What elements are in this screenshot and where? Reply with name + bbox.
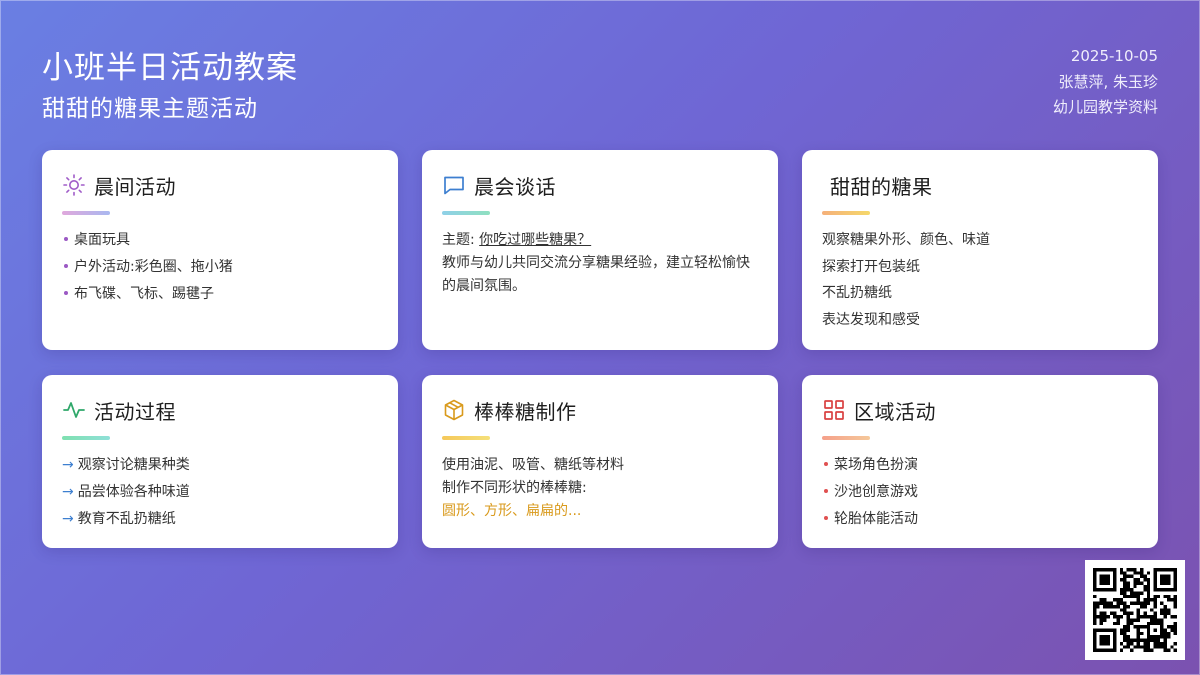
list-item: → 观察讨论糖果种类: [62, 452, 380, 479]
qr-code-icon: [1085, 560, 1185, 660]
card-header: 活动过程: [62, 397, 176, 424]
list-item: 轮胎体能活动: [822, 506, 1140, 533]
box-icon: [442, 398, 466, 422]
list-item-text: 教育不乱扔糖纸: [77, 511, 176, 527]
accent-bar: [442, 211, 490, 215]
list-item-text: 户外活动:彩色圈、拖小猪: [74, 259, 233, 275]
grid-icon: [822, 398, 846, 422]
description: 教师与幼儿共同交流分享糖果经验，建立轻松愉快的晨间氛围。: [442, 255, 750, 294]
body-line: 使用油泥、吸管、糖纸等材料: [442, 457, 624, 473]
shapes-line: 圆形、方形、扁扁的...: [442, 503, 582, 519]
activity-pulse-icon: [62, 398, 86, 422]
page-subtitle: 甜甜的糖果主题活动: [42, 96, 258, 122]
bullet-dot: [64, 263, 68, 268]
topic-label: 主题:: [442, 232, 480, 248]
accent-bar: [62, 436, 110, 440]
card-title: 晨间活动: [94, 174, 176, 199]
card-header: 区域活动: [822, 397, 936, 424]
list-item: 菜场角色扮演: [822, 452, 1140, 479]
list-item: → 教育不乱扔糖纸: [62, 506, 380, 533]
card-title: 棒棒糖制作: [474, 399, 577, 424]
card-title: 区域活动: [854, 399, 936, 424]
card-process: 活动过程 → 观察讨论糖果种类 → 品尝体验各种味道 → 教育不乱扔糖纸: [42, 375, 398, 548]
list-item: 观察糖果外形、颜色、味道: [822, 232, 990, 248]
card-title: 晨会谈话: [474, 174, 556, 199]
list-item: 户外活动:彩色圈、拖小猪: [62, 254, 380, 281]
list-item-text: 沙池创意游戏: [834, 484, 918, 500]
list-item: 探索打开包装纸: [822, 258, 920, 275]
card-lollipop: 棒棒糖制作 使用油泥、吸管、糖纸等材料 制作不同形状的棒棒糖: 圆形、方形、扁扁…: [422, 375, 778, 548]
card-body: 菜场角色扮演 沙池创意游戏 轮胎体能活动: [822, 452, 1140, 533]
meta-date: 2025-10-05: [1070, 47, 1158, 65]
card-body: 桌面玩具 户外活动:彩色圈、拖小猪 布飞碟、飞标、踢毽子: [62, 227, 380, 308]
list-item: 布飞碟、飞标、踢毽子: [62, 281, 380, 308]
list-item: → 品尝体验各种味道: [62, 479, 380, 506]
card-title: 活动过程: [94, 399, 176, 424]
card-header: 晨会谈话: [442, 172, 556, 199]
bullet-dot: [824, 515, 828, 520]
list-item-text: 轮胎体能活动: [834, 511, 918, 527]
list-item-text: 布飞碟、飞标、踢毽子: [74, 286, 214, 302]
card-body: → 观察讨论糖果种类 → 品尝体验各种味道 → 教育不乱扔糖纸: [62, 452, 380, 533]
card-body: 使用油泥、吸管、糖纸等材料 制作不同形状的棒棒糖: 圆形、方形、扁扁的...: [442, 454, 760, 523]
card-morning-activity: 晨间活动 桌面玩具 户外活动:彩色圈、拖小猪 布飞碟、飞标、踢毽子: [42, 150, 398, 350]
body-line: 制作不同形状的棒棒糖:: [442, 480, 587, 496]
meta-info: 2025-10-05 张慧萍, 朱玉珍 幼儿园教学资料: [1053, 44, 1158, 121]
card-header: 晨间活动: [62, 172, 176, 199]
arrow-right-icon: →: [62, 484, 74, 500]
accent-bar: [822, 211, 870, 215]
list-item-text: 观察讨论糖果种类: [77, 457, 190, 473]
card-area: 区域活动 菜场角色扮演 沙池创意游戏 轮胎体能活动: [802, 375, 1158, 548]
meta-authors: 张慧萍, 朱玉珍: [1058, 72, 1158, 91]
topic-line: 主题: 你吃过哪些糖果？: [442, 229, 760, 252]
card-header: 棒棒糖制作: [442, 397, 577, 424]
bullet-dot: [824, 488, 828, 493]
list-item: 沙池创意游戏: [822, 479, 1140, 506]
list-item-text: 菜场角色扮演: [834, 457, 918, 473]
accent-bar: [62, 211, 110, 215]
card-body: 观察糖果外形、颜色、味道 探索打开包装纸 不乱扔糖纸 表达发现和感受: [822, 227, 1140, 333]
list-item: 不乱扔糖纸: [822, 285, 892, 301]
list-item-text: 品尝体验各种味道: [77, 484, 190, 500]
list-item: 表达发现和感受: [822, 311, 920, 328]
card-header: 甜甜的糖果: [830, 172, 933, 199]
topic-text: 你吃过哪些糖果？: [479, 232, 592, 248]
card-title: 甜甜的糖果: [830, 174, 933, 199]
page-title: 小班半日活动教案: [42, 50, 298, 86]
bullet-dot: [64, 290, 68, 295]
card-sweet-candy: 甜甜的糖果 观察糖果外形、颜色、味道 探索打开包装纸 不乱扔糖纸 表达发现和感受: [802, 150, 1158, 350]
list-item: 桌面玩具: [62, 227, 380, 254]
meta-source: 幼儿园教学资料: [1052, 98, 1158, 116]
card-body: 主题: 你吃过哪些糖果？ 教师与幼儿共同交流分享糖果经验，建立轻松愉快的晨间氛围…: [442, 229, 760, 298]
arrow-right-icon: →: [62, 511, 74, 527]
card-morning-talk: 晨会谈话 主题: 你吃过哪些糖果？ 教师与幼儿共同交流分享糖果经验，建立轻松愉快…: [422, 150, 778, 350]
bullet-dot: [64, 236, 68, 241]
accent-bar: [822, 436, 870, 440]
accent-bar: [442, 436, 490, 440]
bullet-dot: [824, 461, 828, 466]
chat-bubble-icon: [442, 173, 466, 197]
arrow-right-icon: →: [62, 457, 74, 473]
list-item-text: 桌面玩具: [74, 232, 130, 248]
sun-icon: [62, 173, 86, 197]
